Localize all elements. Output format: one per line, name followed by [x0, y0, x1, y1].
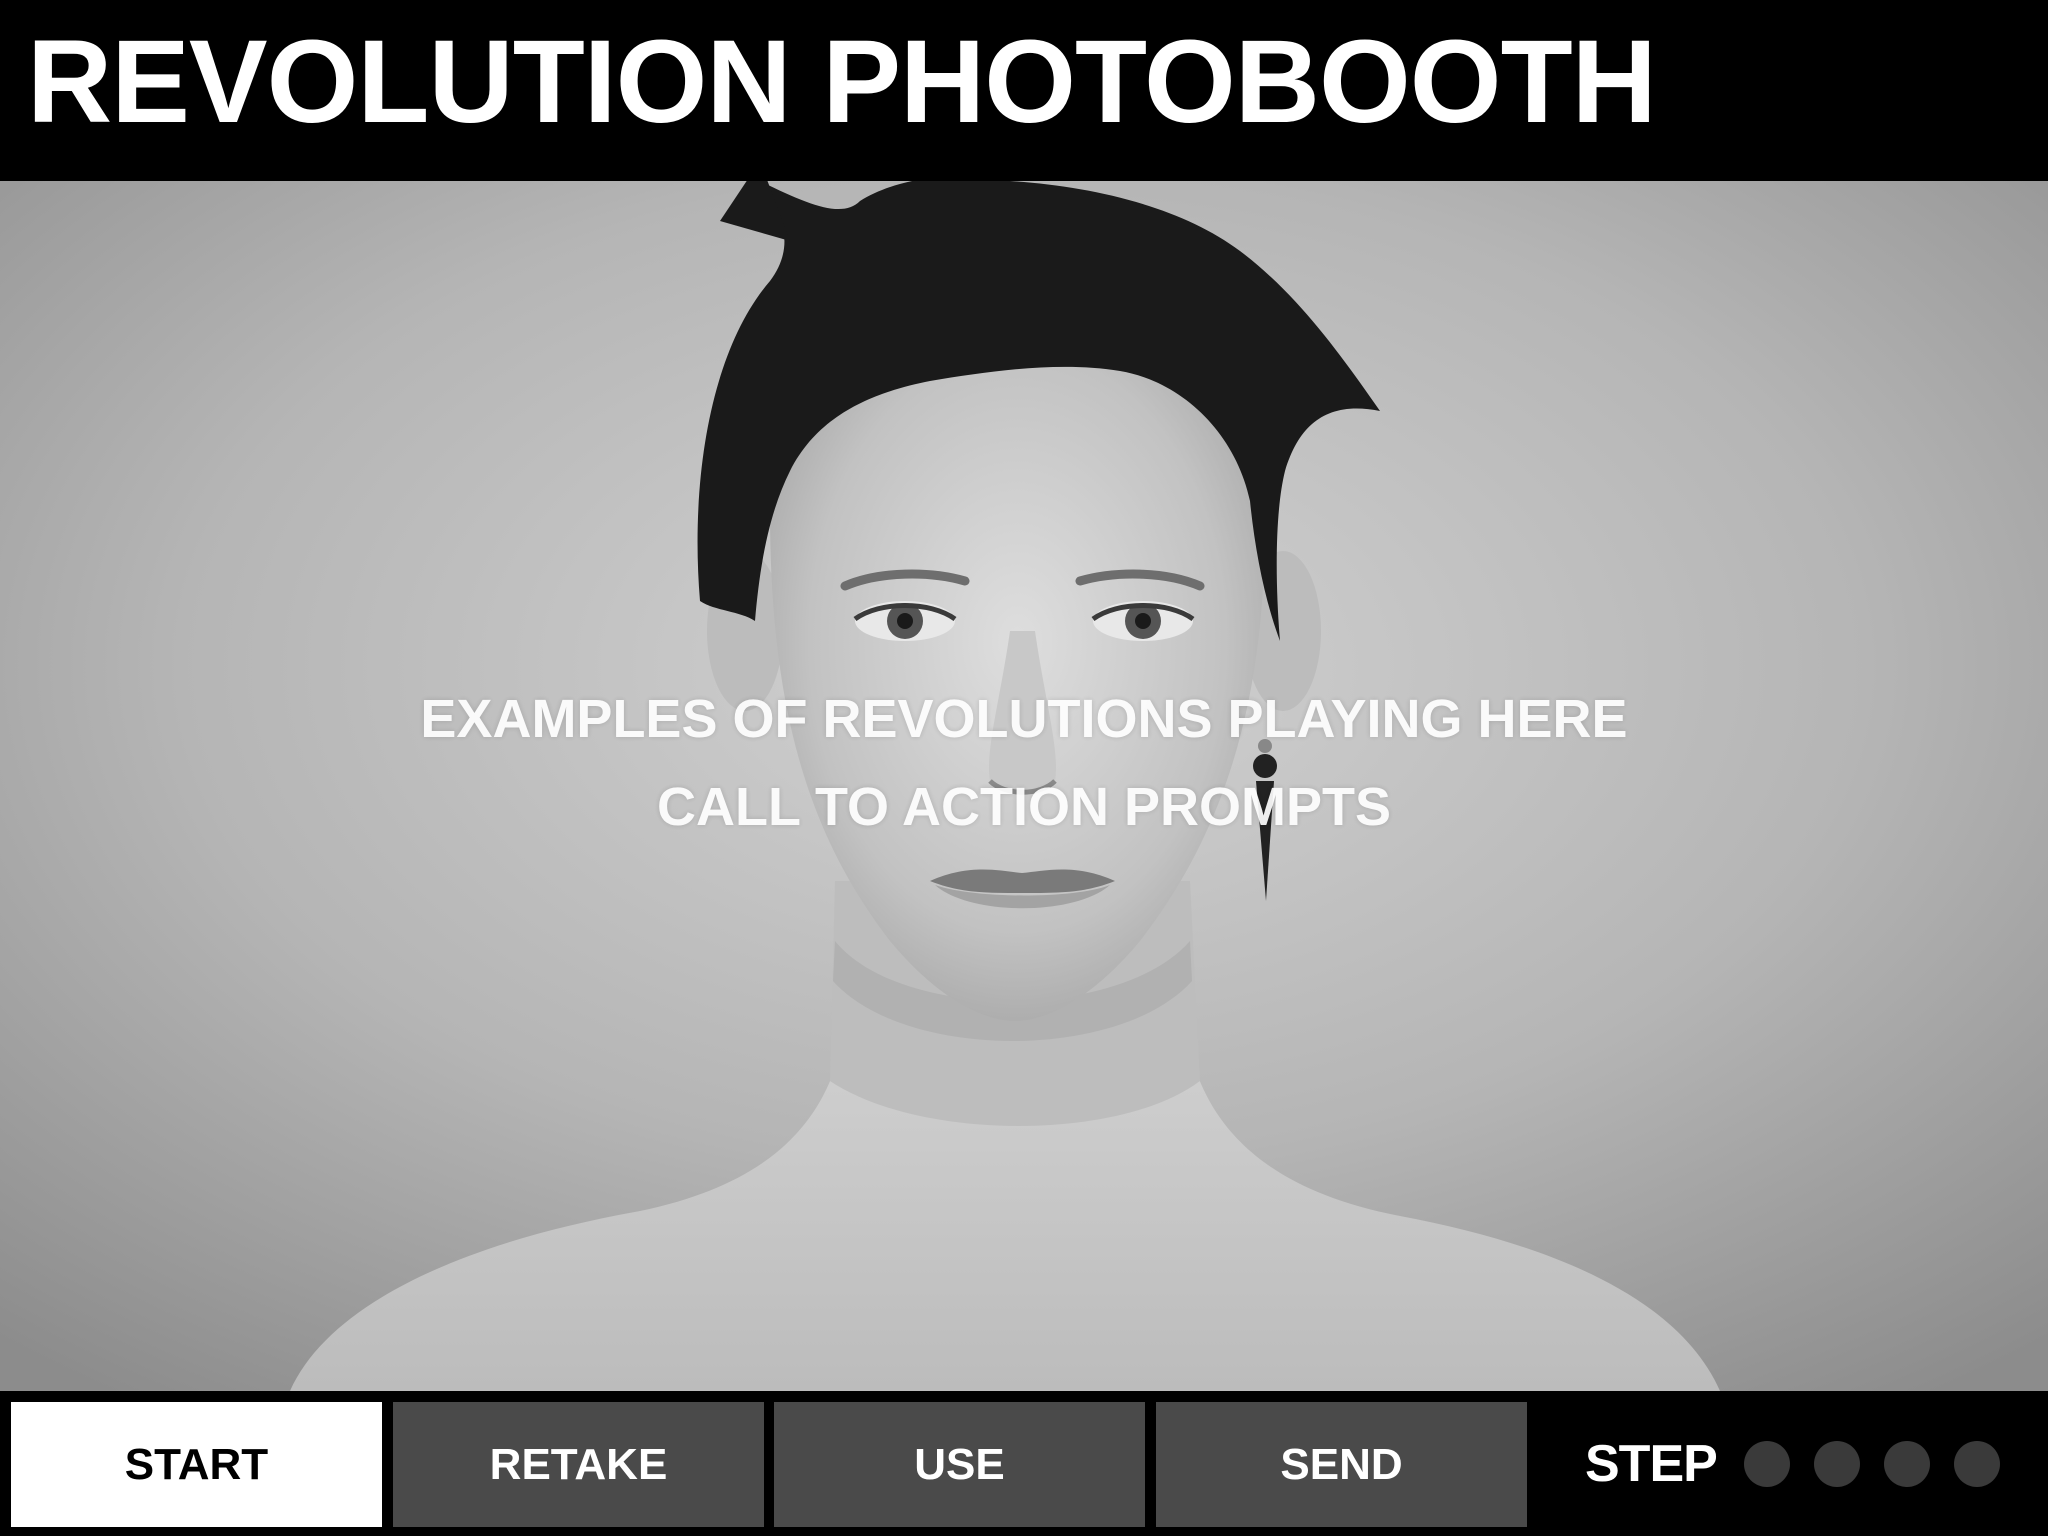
overlay-prompt-call-to-action: CALL TO ACTION PROMPTS	[656, 777, 1391, 837]
header-bar: REVOLUTION PHOTOBOOTH	[0, 0, 2048, 181]
photobooth-app: REVOLUTION PHOTOBOOTH EXAMPLES OF REVOLU…	[0, 0, 2048, 1536]
send-button[interactable]: SEND	[1156, 1402, 1527, 1527]
step-indicator-2	[1814, 1441, 1860, 1487]
step-indicator-4	[1954, 1441, 2000, 1487]
use-button[interactable]: USE	[774, 1402, 1145, 1527]
app-title: REVOLUTION PHOTOBOOTH	[27, 16, 1657, 148]
overlay-prompt-examples: EXAMPLES OF REVOLUTIONS PLAYING HERE	[420, 689, 1628, 749]
step-indicator-1	[1744, 1441, 1790, 1487]
retake-button[interactable]: RETAKE	[393, 1402, 764, 1527]
step-indicator-3	[1884, 1441, 1930, 1487]
control-bar: START RETAKE USE SEND STEP	[0, 1391, 2048, 1536]
start-button[interactable]: START	[11, 1402, 382, 1527]
step-label: STEP	[1585, 1435, 1718, 1493]
camera-preview: EXAMPLES OF REVOLUTIONS PLAYING HERE CAL…	[0, 181, 2048, 1391]
